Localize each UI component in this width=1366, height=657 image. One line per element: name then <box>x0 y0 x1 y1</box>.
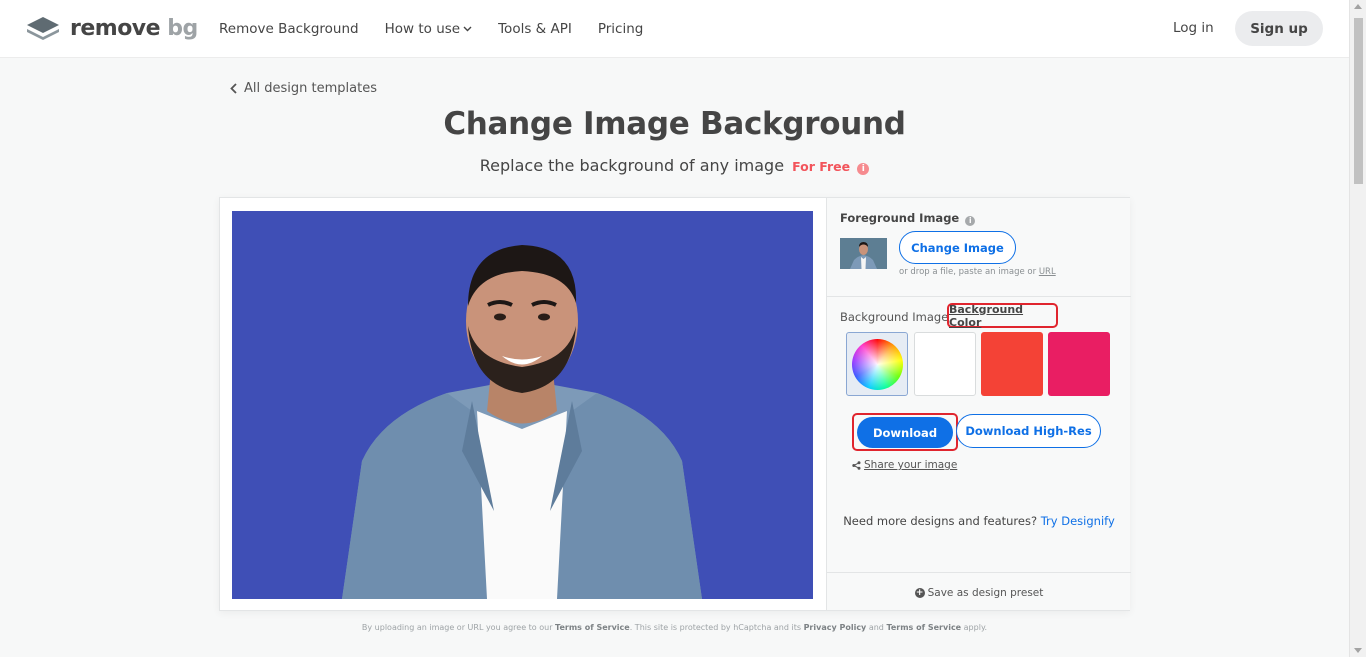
foreground-label: Foreground Image i <box>840 211 976 226</box>
top-header: remove bg Remove Background How to use T… <box>0 0 1349 58</box>
try-designify-link[interactable]: Try Designify <box>1041 514 1115 528</box>
color-wheel-icon <box>851 338 903 390</box>
color-swatch-red[interactable] <box>981 332 1043 396</box>
brand-logo[interactable]: remove bg <box>26 15 198 41</box>
download-button[interactable]: Download <box>857 417 953 448</box>
page-title: Change Image Background <box>443 106 906 142</box>
nav-remove-background[interactable]: Remove Background <box>219 21 359 37</box>
privacy-link[interactable]: Privacy Policy <box>804 623 867 632</box>
terms-link[interactable]: Terms of Service <box>555 623 630 632</box>
plus-circle-icon: + <box>914 588 925 598</box>
back-to-templates-link[interactable]: All design templates <box>230 81 377 96</box>
page-subtitle: Replace the background of any image For … <box>0 156 1349 175</box>
share-icon <box>852 460 861 470</box>
url-link[interactable]: URL <box>1039 267 1056 277</box>
scroll-up-arrow-icon[interactable] <box>1354 4 1362 9</box>
editor-card: Foreground Image i Change Image or drop … <box>219 197 1131 611</box>
chevron-down-icon <box>463 26 472 32</box>
logo-icon <box>27 17 59 40</box>
more-designs-text: Need more designs and features? Try Desi… <box>843 514 1115 528</box>
terms-link-2[interactable]: Terms of Service <box>886 623 961 632</box>
divider <box>827 296 1131 297</box>
scroll-thumb[interactable] <box>1354 18 1363 184</box>
download-high-res-button[interactable]: Download High-Res <box>956 414 1101 448</box>
save-design-preset-button[interactable]: + Save as design preset <box>827 587 1131 599</box>
download-highlight: Download <box>852 413 958 451</box>
info-icon[interactable]: i <box>965 216 976 226</box>
image-preview <box>232 211 813 599</box>
scroll-down-arrow-icon[interactable] <box>1354 648 1362 653</box>
divider <box>827 572 1131 573</box>
change-image-button[interactable]: Change Image <box>899 231 1016 264</box>
nav-pricing[interactable]: Pricing <box>598 21 644 37</box>
color-picker-swatch[interactable] <box>846 332 908 396</box>
color-swatch-white[interactable] <box>914 332 976 396</box>
color-swatch-pink[interactable] <box>1048 332 1110 396</box>
free-badge: For Free <box>792 159 851 174</box>
person-photo <box>342 245 702 599</box>
legal-note: By uploading an image or URL you agree t… <box>361 623 988 632</box>
tab-background-image[interactable]: Background Image <box>840 310 948 324</box>
nav-tools-api[interactable]: Tools & API <box>498 21 572 37</box>
signup-button[interactable]: Sign up <box>1235 11 1323 46</box>
thumbnail-photo <box>850 242 877 269</box>
login-link[interactable]: Log in <box>1173 20 1214 36</box>
nav-how-to-use[interactable]: How to use <box>385 21 472 37</box>
drop-hint: or drop a file, paste an image or URL <box>899 267 1056 277</box>
editor-sidebar: Foreground Image i Change Image or drop … <box>826 198 1131 610</box>
foreground-thumbnail[interactable] <box>840 238 887 269</box>
tab-background-color[interactable]: Background Color <box>947 303 1058 329</box>
info-icon[interactable]: i <box>857 163 870 175</box>
brand-name: remove bg <box>70 15 198 41</box>
page-scrollbar[interactable] <box>1349 0 1366 657</box>
main-nav: Remove Background How to use Tools & API… <box>219 0 669 58</box>
share-image-link[interactable]: Share your image <box>852 459 957 471</box>
chevron-left-icon <box>230 83 237 94</box>
